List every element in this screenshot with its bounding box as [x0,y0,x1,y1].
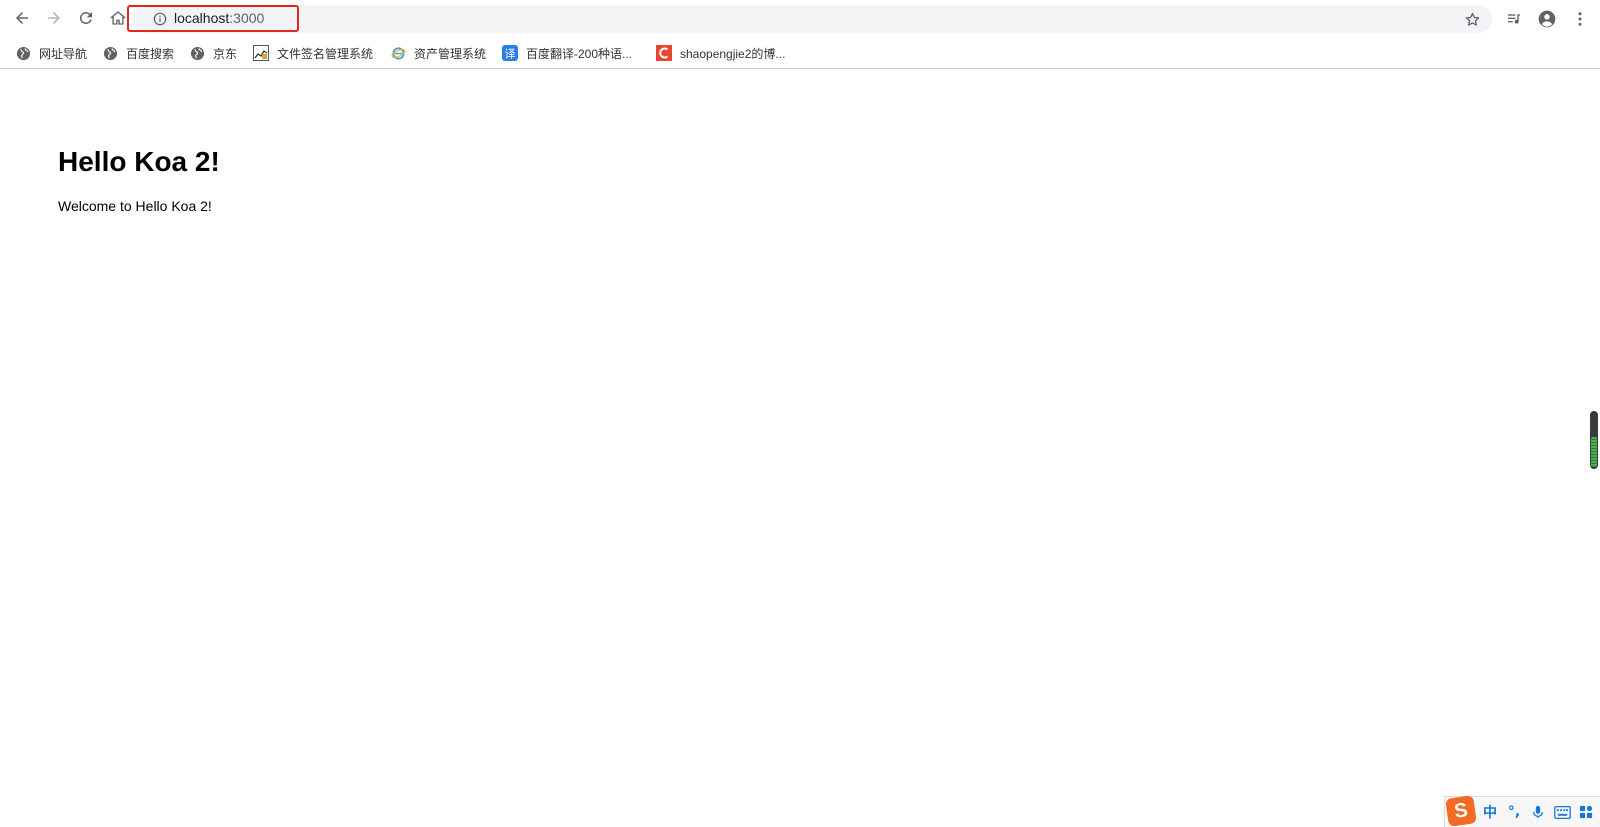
ime-punctuation-toggle[interactable]: °, [1503,802,1525,822]
back-button[interactable] [8,4,36,32]
menu-button[interactable] [1568,7,1592,31]
translate-icon: 译 [502,45,518,61]
bookmark-item[interactable]: 百度搜索 [102,43,174,63]
bookmark-item[interactable]: 网址导航 [15,43,87,63]
globe-icon [189,45,205,61]
page-paragraph: Welcome to Hello Koa 2! [58,198,212,214]
ime-mode-toggle[interactable]: 中 [1479,802,1501,822]
bookmark-item[interactable]: 京东 [189,43,237,63]
svg-text:译: 译 [505,48,516,61]
bookmarks-bar: 网址导航 百度搜索 京东 文件签名管理系统 资产管理系统 译 百度翻译-200种… [0,37,1600,69]
apps-grid-icon[interactable] [1575,802,1597,822]
microphone-icon[interactable] [1527,802,1549,822]
bookmark-label: 资产管理系统 [414,46,487,61]
reload-button[interactable] [72,4,100,32]
side-indicator-fill [1591,437,1597,467]
profile-button[interactable] [1535,7,1559,31]
home-icon [110,11,126,25]
media-control-button[interactable] [1502,7,1526,31]
ie-icon [390,45,406,61]
bookmark-label: 文件签名管理系统 [277,46,374,61]
account-circle-icon [1538,10,1556,28]
bookmark-item[interactable]: shaopengjie2的博... [656,43,785,63]
side-indicator-widget[interactable] [1590,411,1598,469]
sogou-logo-icon[interactable]: S [1445,795,1477,827]
bookmark-item[interactable]: 译 百度翻译-200种语... [502,43,632,63]
reload-icon [79,11,92,24]
globe-icon [102,45,118,61]
bookmark-label: 网址导航 [39,46,88,61]
bookmark-label: 百度搜索 [126,46,175,61]
forward-button[interactable] [40,4,68,32]
bookmark-item[interactable]: 文件签名管理系统 [253,43,373,63]
ime-toolbar: S 中 °, [1444,795,1600,827]
chart-icon [253,45,269,61]
bookmark-item[interactable]: 资产管理系统 [390,43,486,63]
globe-icon [15,45,31,61]
more-vert-icon [1578,12,1582,26]
arrow-right-icon [48,12,60,24]
star-icon [1465,12,1479,26]
bookmark-label: 百度翻译-200种语... [526,46,633,61]
address-bar[interactable]: localhost:3000 [132,5,1492,33]
csdn-icon [656,45,672,61]
url-highlight-box [127,5,299,32]
bookmark-star-button[interactable] [1462,9,1482,29]
page-heading: Hello Koa 2! [58,146,220,177]
playlist-icon [1508,14,1520,24]
bookmark-label: shaopengjie2的博... [680,46,786,61]
bookmark-label: 京东 [213,46,238,61]
browser-toolbar: localhost:3000 [0,0,1600,37]
keyboard-icon[interactable] [1551,802,1573,822]
arrow-left-icon [16,12,28,24]
